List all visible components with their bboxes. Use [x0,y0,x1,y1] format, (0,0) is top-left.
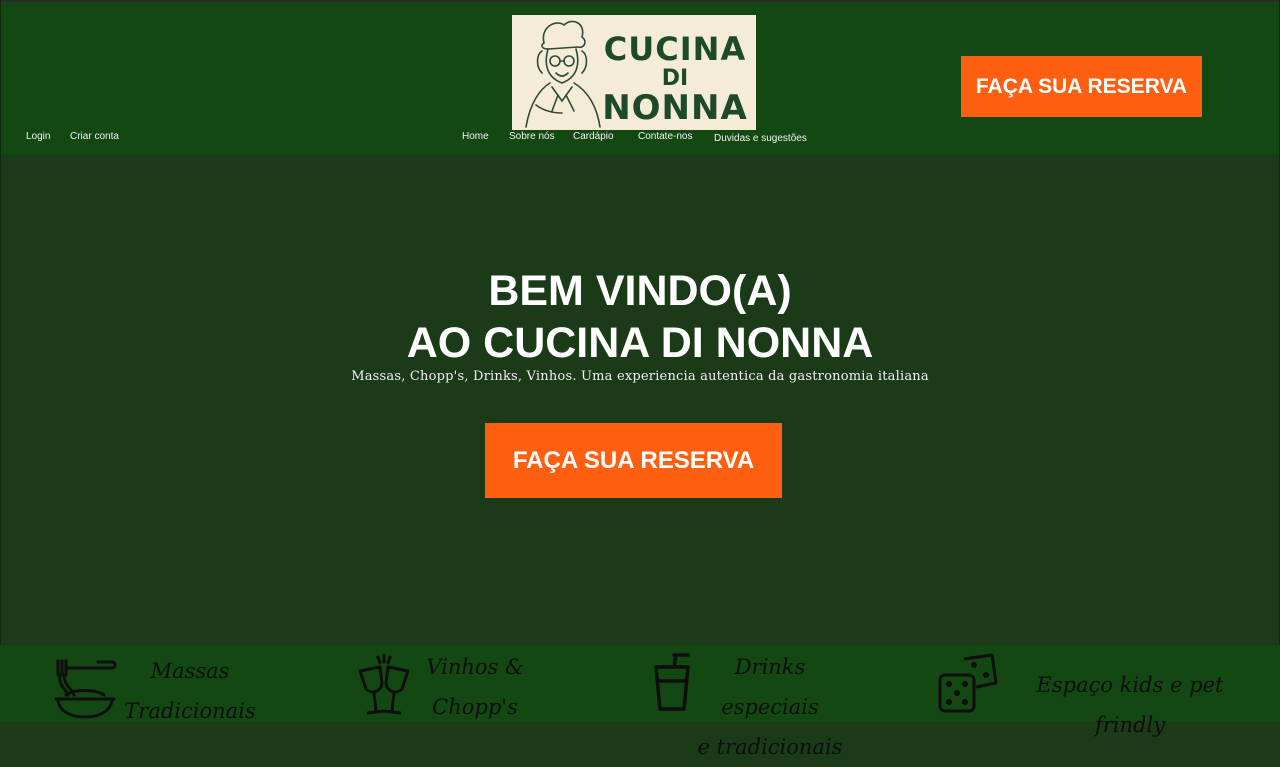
nav-about[interactable]: Sobre nós [509,131,555,142]
features-band: Massas Tradicionais Vinhos & Chopp's Dri… [0,645,1280,759]
hero-title: BEM VINDO(A) AO CUCINA DI NONNA [0,265,1280,369]
hero-subtitle: Massas, Chopp's, Drinks, Vinhos. Uma exp… [351,369,929,384]
logo[interactable]: CUCINA DI NONNA [512,15,756,130]
feature-wine-line-1: Vinhos & [426,655,524,679]
feature-kids-text: Espaço kids e pet frindly [1022,665,1238,745]
nav-contact[interactable]: Contate-nos [638,131,692,142]
feature-drinks-text: Drinks especiais e tradicionais [690,647,850,767]
reservation-button-hero[interactable]: FAÇA SUA RESERVA [485,423,782,498]
site-header: CUCINA DI NONNA FAÇA SUA RESERVA Login C… [0,2,1280,155]
dice-icon [938,653,998,713]
signup-link[interactable]: Criar conta [70,131,119,142]
feature-drinks-line-2: e tradicionais [697,735,843,759]
nav-menu[interactable]: Cardápio [573,131,614,142]
hero-title-line-2: AO CUCINA DI NONNA [406,319,874,367]
hero-title-line-1: BEM VINDO(A) [488,267,792,315]
login-link[interactable]: Login [26,131,50,142]
feature-drinks-line-1: Drinks especiais [721,655,819,719]
feature-wine-text: Vinhos & Chopp's [420,647,530,727]
feature-pasta-line-2: Tradicionais [124,699,256,723]
nav-faq[interactable]: Duvidas e sugestões [714,133,807,144]
feature-pasta-text: Massas Tradicionais [120,651,260,731]
logo-wordmark: CUCINA DI NONNA [600,33,750,125]
drink-cup-icon [654,653,690,711]
nav-home[interactable]: Home [462,131,489,142]
feature-pasta-line-1: Massas [150,659,230,683]
grandma-chef-icon [525,20,601,128]
feature-wine-line-2: Chopp's [432,695,518,719]
reservation-button-header[interactable]: FAÇA SUA RESERVA [961,56,1202,117]
pasta-bowl-icon [54,659,117,719]
feature-kids-line-1: Espaço kids e pet frindly [1036,673,1224,737]
logo-line-3: NONNA [602,88,748,128]
logo-line-2: DI [661,66,689,91]
logo-line-1: CUCINA [603,30,747,68]
wine-toast-icon [358,653,410,715]
